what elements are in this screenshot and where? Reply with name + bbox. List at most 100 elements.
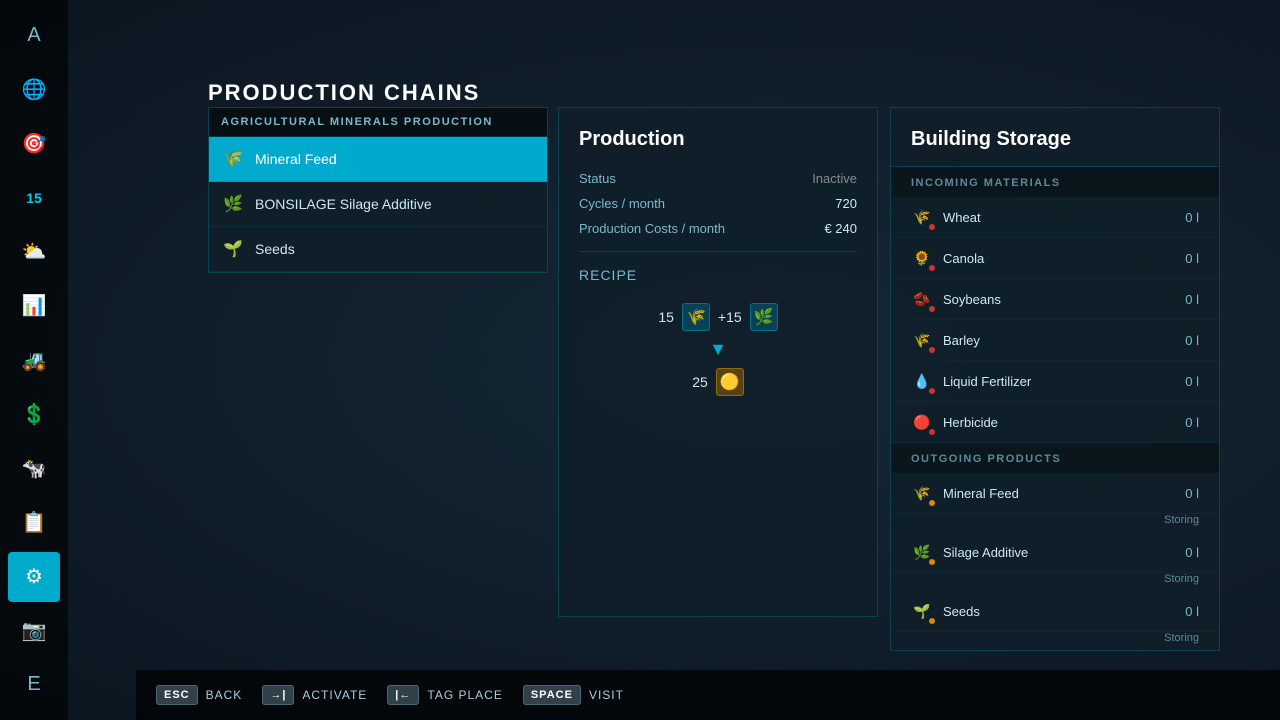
activate-btn[interactable]: →| ACTIVATE [262, 685, 367, 705]
chain-item-mineral-feed[interactable]: 🌾 Mineral Feed [209, 137, 547, 182]
costs-label: Production Costs / month [579, 221, 725, 236]
canola-status-dot [929, 265, 935, 271]
tag-key: |← [387, 685, 419, 705]
silage-additive-sub: Storing [891, 573, 1219, 591]
cycles-row: Cycles / month 720 [579, 196, 857, 211]
sidebar-item-globe[interactable]: 🌐 [8, 64, 60, 114]
chain-item-label: Mineral Feed [255, 151, 337, 167]
canola-value: 0 l [1185, 251, 1199, 266]
tag-place-btn[interactable]: |← TAG PLACE [387, 685, 503, 705]
main-content: PRODUCTION CHAINS AGRICULTURAL MINERALS … [68, 0, 1280, 720]
storage-item-liquid-fertilizer: 💧 Liquid Fertilizer 0 l [891, 361, 1219, 402]
space-key: SPACE [523, 685, 581, 705]
sidebar-item-finance[interactable]: 💲 [8, 389, 60, 439]
sidebar-item-production[interactable]: ⚙ [8, 552, 60, 602]
recipe-arrow-icon: ▼ [709, 339, 727, 360]
storage-item-canola: 🌻 Canola 0 l [891, 238, 1219, 279]
wheat-name: Wheat [943, 210, 1175, 225]
input2-icon: 🌿 [750, 303, 778, 331]
storage-item-seeds-out: 🌱 Seeds 0 l [891, 591, 1219, 632]
seeds-out-name: Seeds [943, 604, 1175, 619]
canola-icon: 🌻 [911, 247, 933, 269]
sidebar-item-a[interactable]: A [8, 10, 60, 60]
chain-item-label: Seeds [255, 241, 295, 257]
recipe-output: 25 🟡 [692, 368, 744, 396]
seeds-out-icon: 🌱 [911, 600, 933, 622]
mineral-feed-out-name: Mineral Feed [943, 486, 1175, 501]
visit-btn[interactable]: SPACE VISIT [523, 685, 624, 705]
chains-header: AGRICULTURAL MINERALS PRODUCTION [209, 108, 547, 137]
recipe-title: Recipe [579, 267, 857, 283]
soybeans-name: Soybeans [943, 292, 1175, 307]
costs-value: € 240 [824, 221, 857, 236]
storage-item-silage-additive-out: 🌿 Silage Additive 0 l [891, 532, 1219, 573]
activate-key: →| [262, 685, 294, 705]
silage-additive-out-name: Silage Additive [943, 545, 1175, 560]
sidebar-item-steering[interactable]: 🎯 [8, 118, 60, 168]
production-panel: Production Status Inactive Cycles / mont… [558, 107, 878, 617]
herbicide-value: 0 l [1185, 415, 1199, 430]
mineral-feed-status-dot [929, 500, 935, 506]
storage-panel: Building Storage INCOMING MATERIALS 🌾 Wh… [890, 107, 1220, 651]
page-title: PRODUCTION CHAINS [208, 80, 480, 106]
herbicide-status-dot [929, 429, 935, 435]
status-row: Status Inactive [579, 171, 857, 186]
storage-item-wheat: 🌾 Wheat 0 l [891, 197, 1219, 238]
liquid-fertilizer-value: 0 l [1185, 374, 1199, 389]
sidebar-item-animal[interactable]: 🐄 [8, 443, 60, 493]
silage-additive-out-value: 0 l [1185, 545, 1199, 560]
cycles-label: Cycles / month [579, 196, 665, 211]
chains-panel: AGRICULTURAL MINERALS PRODUCTION 🌾 Miner… [208, 107, 548, 273]
sidebar-item-e[interactable]: E [8, 660, 60, 710]
input2-amount: +15 [718, 309, 742, 325]
wheat-icon: 🌾 [911, 206, 933, 228]
barley-status-dot [929, 347, 935, 353]
herbicide-icon: 🔴 [911, 411, 933, 433]
divider [579, 251, 857, 252]
chain-item-label: BONSILAGE Silage Additive [255, 196, 432, 212]
outgoing-header: OUTGOING PRODUCTS [891, 443, 1219, 473]
liquid-fertilizer-status-dot [929, 388, 935, 394]
recipe-visual: 15 🌾 +15 🌿 ▼ 25 🟡 [579, 303, 857, 396]
sidebar-item-notes[interactable]: 📋 [8, 497, 60, 547]
sidebar-item-camera[interactable]: 📷 [8, 606, 60, 656]
barley-name: Barley [943, 333, 1175, 348]
seeds-status-dot [929, 618, 935, 624]
input1-amount: 15 [658, 309, 674, 325]
mineral-feed-out-value: 0 l [1185, 486, 1199, 501]
liquid-fertilizer-name: Liquid Fertilizer [943, 374, 1175, 389]
esc-key: ESC [156, 685, 198, 705]
herbicide-name: Herbicide [943, 415, 1175, 430]
input1-icon: 🌾 [682, 303, 710, 331]
sidebar-item-tractor[interactable]: 🚜 [8, 335, 60, 385]
storage-title: Building Storage [891, 108, 1219, 167]
chain-item-bonsilage[interactable]: 🌿 BONSILAGE Silage Additive [209, 182, 547, 227]
wheat-value: 0 l [1185, 210, 1199, 225]
silage-additive-out-icon: 🌿 [911, 541, 933, 563]
esc-back-btn[interactable]: ESC BACK [156, 685, 242, 705]
mineral-feed-sub: Storing [891, 514, 1219, 532]
mineral-feed-out-icon: 🌾 [911, 482, 933, 504]
back-action: BACK [206, 688, 243, 702]
costs-row: Production Costs / month € 240 [579, 221, 857, 236]
production-title: Production [579, 128, 857, 151]
chain-item-seeds[interactable]: 🌱 Seeds [209, 227, 547, 272]
cycles-value: 720 [835, 196, 857, 211]
tag-action: TAG PLACE [427, 688, 502, 702]
soybeans-value: 0 l [1185, 292, 1199, 307]
storage-item-barley: 🌾 Barley 0 l [891, 320, 1219, 361]
bonsilage-icon: 🌿 [221, 192, 245, 216]
seeds-sub: Storing [891, 632, 1219, 650]
storage-item-mineral-feed-out: 🌾 Mineral Feed 0 l [891, 473, 1219, 514]
storage-item-soybeans: 🫘 Soybeans 0 l [891, 279, 1219, 320]
sidebar-item-weather[interactable]: ⛅ [8, 227, 60, 277]
bottom-bar: ESC BACK →| ACTIVATE |← TAG PLACE SPACE … [136, 670, 1280, 720]
visit-action: VISIT [589, 688, 624, 702]
sidebar: A 🌐 🎯 15 ⛅ 📊 🚜 💲 🐄 📋 ⚙ 📷 E [0, 0, 68, 720]
output-icon: 🟡 [716, 368, 744, 396]
status-label: Status [579, 171, 616, 186]
sidebar-item-calendar[interactable]: 15 [8, 172, 60, 222]
sidebar-item-chart[interactable]: 📊 [8, 281, 60, 331]
seeds-out-value: 0 l [1185, 604, 1199, 619]
canola-name: Canola [943, 251, 1175, 266]
